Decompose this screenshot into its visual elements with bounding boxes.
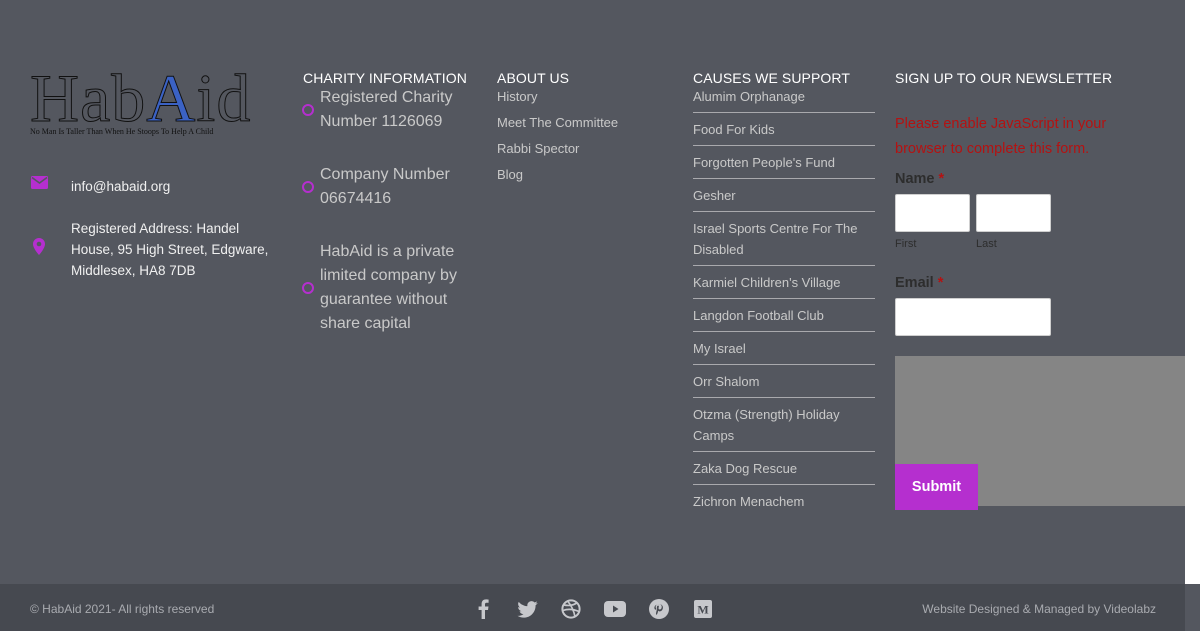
- last-name-input[interactable]: [976, 194, 1051, 232]
- cause-link[interactable]: Otzma (Strength) Holiday Camps: [693, 398, 875, 452]
- svg-text:M: M: [697, 603, 708, 617]
- circle-bullet-icon: [302, 181, 314, 193]
- footer: HabAid No Man Is Taller Than When He Sto…: [0, 0, 1200, 584]
- medium-icon[interactable]: M: [692, 598, 714, 620]
- envelope-icon: [30, 176, 48, 189]
- circle-bullet-icon: [302, 282, 314, 294]
- social-links: M: [472, 598, 736, 620]
- address-text: Registered Address: Handel House, 95 Hig…: [71, 221, 269, 278]
- causes-links: Alumim Orphanage Food For Kids Forgotten…: [693, 86, 875, 517]
- cause-link[interactable]: Langdon Football Club: [693, 299, 875, 332]
- charity-number-item: Registered Charity Number 1126069: [302, 86, 477, 134]
- cause-link[interactable]: Israel Sports Centre For The Disabled: [693, 212, 875, 266]
- dribbble-icon[interactable]: [560, 598, 582, 620]
- email-label: Email *: [895, 275, 944, 291]
- scrollbar-gutter: [1185, 0, 1200, 584]
- about-link-history[interactable]: History: [497, 84, 618, 110]
- cause-link[interactable]: Zichron Menachem: [693, 485, 875, 517]
- habaid-logo[interactable]: HabAid No Man Is Taller Than When He Sto…: [29, 60, 286, 138]
- charity-info-heading: CHARITY INFORMATION: [303, 70, 467, 86]
- charity-number-text: Registered Charity Number 1126069: [320, 89, 453, 130]
- first-name-input[interactable]: [895, 194, 970, 232]
- newsletter-heading: SIGN UP TO OUR NEWSLETTER: [895, 70, 1113, 86]
- name-label: Name *: [895, 171, 945, 187]
- about-link-committee[interactable]: Meet The Committee: [497, 110, 618, 136]
- causes-heading: CAUSES WE SUPPORT: [693, 70, 851, 86]
- cause-link[interactable]: Zaka Dog Rescue: [693, 452, 875, 485]
- twitter-icon[interactable]: [516, 598, 538, 620]
- email-link[interactable]: info@habaid.org: [71, 176, 170, 197]
- facebook-icon[interactable]: [472, 598, 494, 620]
- about-link-rabbi[interactable]: Rabbi Spector: [497, 136, 618, 162]
- company-number-item: Company Number 06674416: [302, 163, 477, 211]
- about-link-blog[interactable]: Blog: [497, 162, 618, 188]
- about-links: History Meet The Committee Rabbi Spector…: [497, 84, 618, 188]
- cause-link[interactable]: Gesher: [693, 179, 875, 212]
- contact-address: Registered Address: Handel House, 95 Hig…: [30, 218, 285, 281]
- cause-link[interactable]: Alumim Orphanage: [693, 86, 875, 113]
- cause-link[interactable]: Karmiel Children's Village: [693, 266, 875, 299]
- submit-button[interactable]: Submit: [895, 464, 978, 510]
- copyright-text: © HabAid 2021- All rights reserved: [30, 602, 215, 616]
- first-sublabel: First: [895, 238, 917, 250]
- company-number-text: Company Number 06674416: [320, 166, 450, 207]
- circle-bullet-icon: [302, 104, 314, 116]
- map-pin-icon: [30, 218, 48, 255]
- cause-link[interactable]: My Israel: [693, 332, 875, 365]
- designer-credit[interactable]: Website Designed & Managed by Videolabz: [922, 602, 1156, 616]
- javascript-warning: Please enable JavaScript in your browser…: [895, 116, 1107, 157]
- cause-link[interactable]: Orr Shalom: [693, 365, 875, 398]
- cause-link[interactable]: Food For Kids: [693, 113, 875, 146]
- company-type-text: HabAid is a private limited company by g…: [320, 243, 457, 332]
- email-input[interactable]: [895, 298, 1051, 336]
- logo-wordmark: HabAid: [29, 60, 252, 136]
- company-type-item: HabAid is a private limited company by g…: [302, 240, 477, 336]
- contact-email: info@habaid.org: [30, 176, 170, 197]
- youtube-icon[interactable]: [604, 598, 626, 620]
- last-sublabel: Last: [976, 238, 997, 250]
- pinterest-icon[interactable]: [648, 598, 670, 620]
- cause-link[interactable]: Forgotten People's Fund: [693, 146, 875, 179]
